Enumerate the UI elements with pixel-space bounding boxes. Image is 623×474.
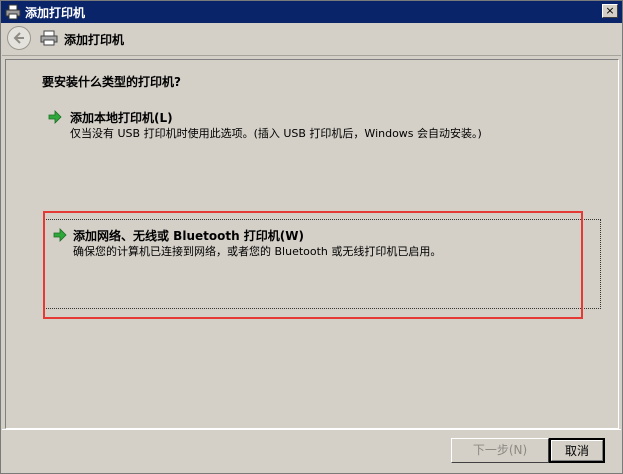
option-title: 添加本地打印机(L) xyxy=(70,111,173,125)
printer-icon xyxy=(5,4,21,20)
option-add-local-printer[interactable]: 添加本地打印机(L) 仅当没有 USB 打印机时使用此选项。(插入 USB 打印… xyxy=(42,106,602,146)
page-question: 要安装什么类型的打印机? xyxy=(42,75,181,89)
nav-title: 添加打印机 xyxy=(64,33,125,47)
back-arrow-icon xyxy=(13,32,24,44)
cancel-button[interactable]: 取消 xyxy=(549,438,605,463)
content-panel: 要安装什么类型的打印机? 添加本地打印机(L) 仅当没有 USB 打印机时使用此… xyxy=(5,59,619,429)
back-button[interactable] xyxy=(7,26,31,50)
window-title: 添加打印机 xyxy=(25,6,86,20)
navigation-bar: 添加打印机 xyxy=(2,23,621,55)
close-button[interactable]: × xyxy=(602,4,618,18)
footer-separator xyxy=(2,429,621,430)
cancel-button-label: 取消 xyxy=(551,440,603,461)
option-description: 确保您的计算机已连接到网络，或者您的 Bluetooth 或无线打印机已启用。 xyxy=(73,245,442,258)
green-arrow-icon xyxy=(53,228,67,242)
nav-separator xyxy=(2,55,621,56)
add-printer-window: 添加打印机 × 添加打印机 要安装什么类型的打印机? 添加本地打印机(L) 仅当… xyxy=(0,0,623,474)
option-description: 仅当没有 USB 打印机时使用此选项。(插入 USB 打印机后，Windows … xyxy=(70,127,482,140)
green-arrow-icon xyxy=(48,110,62,124)
option-add-network-printer[interactable]: 添加网络、无线或 Bluetooth 打印机(W) 确保您的计算机已连接到网络，… xyxy=(44,219,601,309)
title-bar[interactable]: 添加打印机 × xyxy=(1,1,622,23)
next-button[interactable]: 下一步(N) xyxy=(451,438,549,463)
printer-icon xyxy=(40,30,58,46)
option-title: 添加网络、无线或 Bluetooth 打印机(W) xyxy=(73,229,305,243)
